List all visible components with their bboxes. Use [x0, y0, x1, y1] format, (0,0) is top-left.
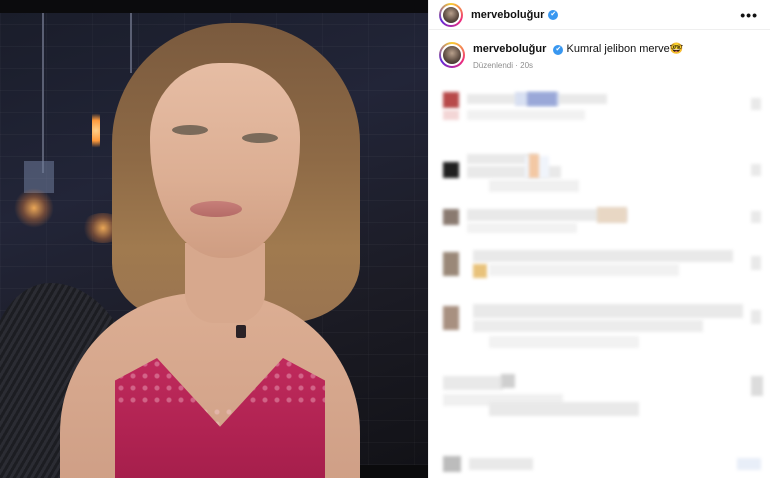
blurred-comment	[429, 88, 770, 130]
eye	[242, 133, 278, 143]
blurred-comment	[429, 372, 770, 432]
caption-text: Kumral jelibon merve🤓	[566, 43, 684, 55]
eye	[172, 125, 208, 135]
edited-label: Düzenlendi	[473, 61, 514, 70]
blurred-comment	[429, 302, 770, 362]
caption: merveboluğur ✔ Kumral jelibon merve🤓 Düz…	[429, 30, 770, 81]
hanging-bulb	[92, 108, 100, 153]
post-time: 20s	[520, 61, 534, 70]
photo-image	[0, 13, 428, 478]
lips	[190, 201, 242, 217]
header-username[interactable]: merveboluğur	[471, 9, 544, 21]
blurred-comment	[429, 248, 770, 288]
verified-icon: ✔	[553, 45, 564, 55]
blurred-comment	[429, 205, 770, 235]
blurred-comment	[429, 452, 770, 476]
necklace	[236, 325, 246, 338]
lamp-wire	[130, 13, 132, 73]
blurred-comment	[429, 150, 770, 196]
caption-username[interactable]: merveboluğur	[473, 43, 546, 55]
post-header: merveboluğur ✔ •••	[429, 0, 770, 30]
post-sidebar: merveboluğur ✔ ••• merveboluğur ✔ Kumral…	[428, 0, 770, 478]
verified-icon: ✔	[548, 9, 559, 20]
post-photo[interactable]	[0, 0, 428, 478]
caption-avatar[interactable]	[439, 42, 465, 68]
avatar[interactable]	[439, 2, 463, 27]
more-options-icon[interactable]: •••	[740, 7, 758, 23]
lamp-wire	[42, 13, 44, 173]
lamp-glow	[14, 188, 54, 228]
